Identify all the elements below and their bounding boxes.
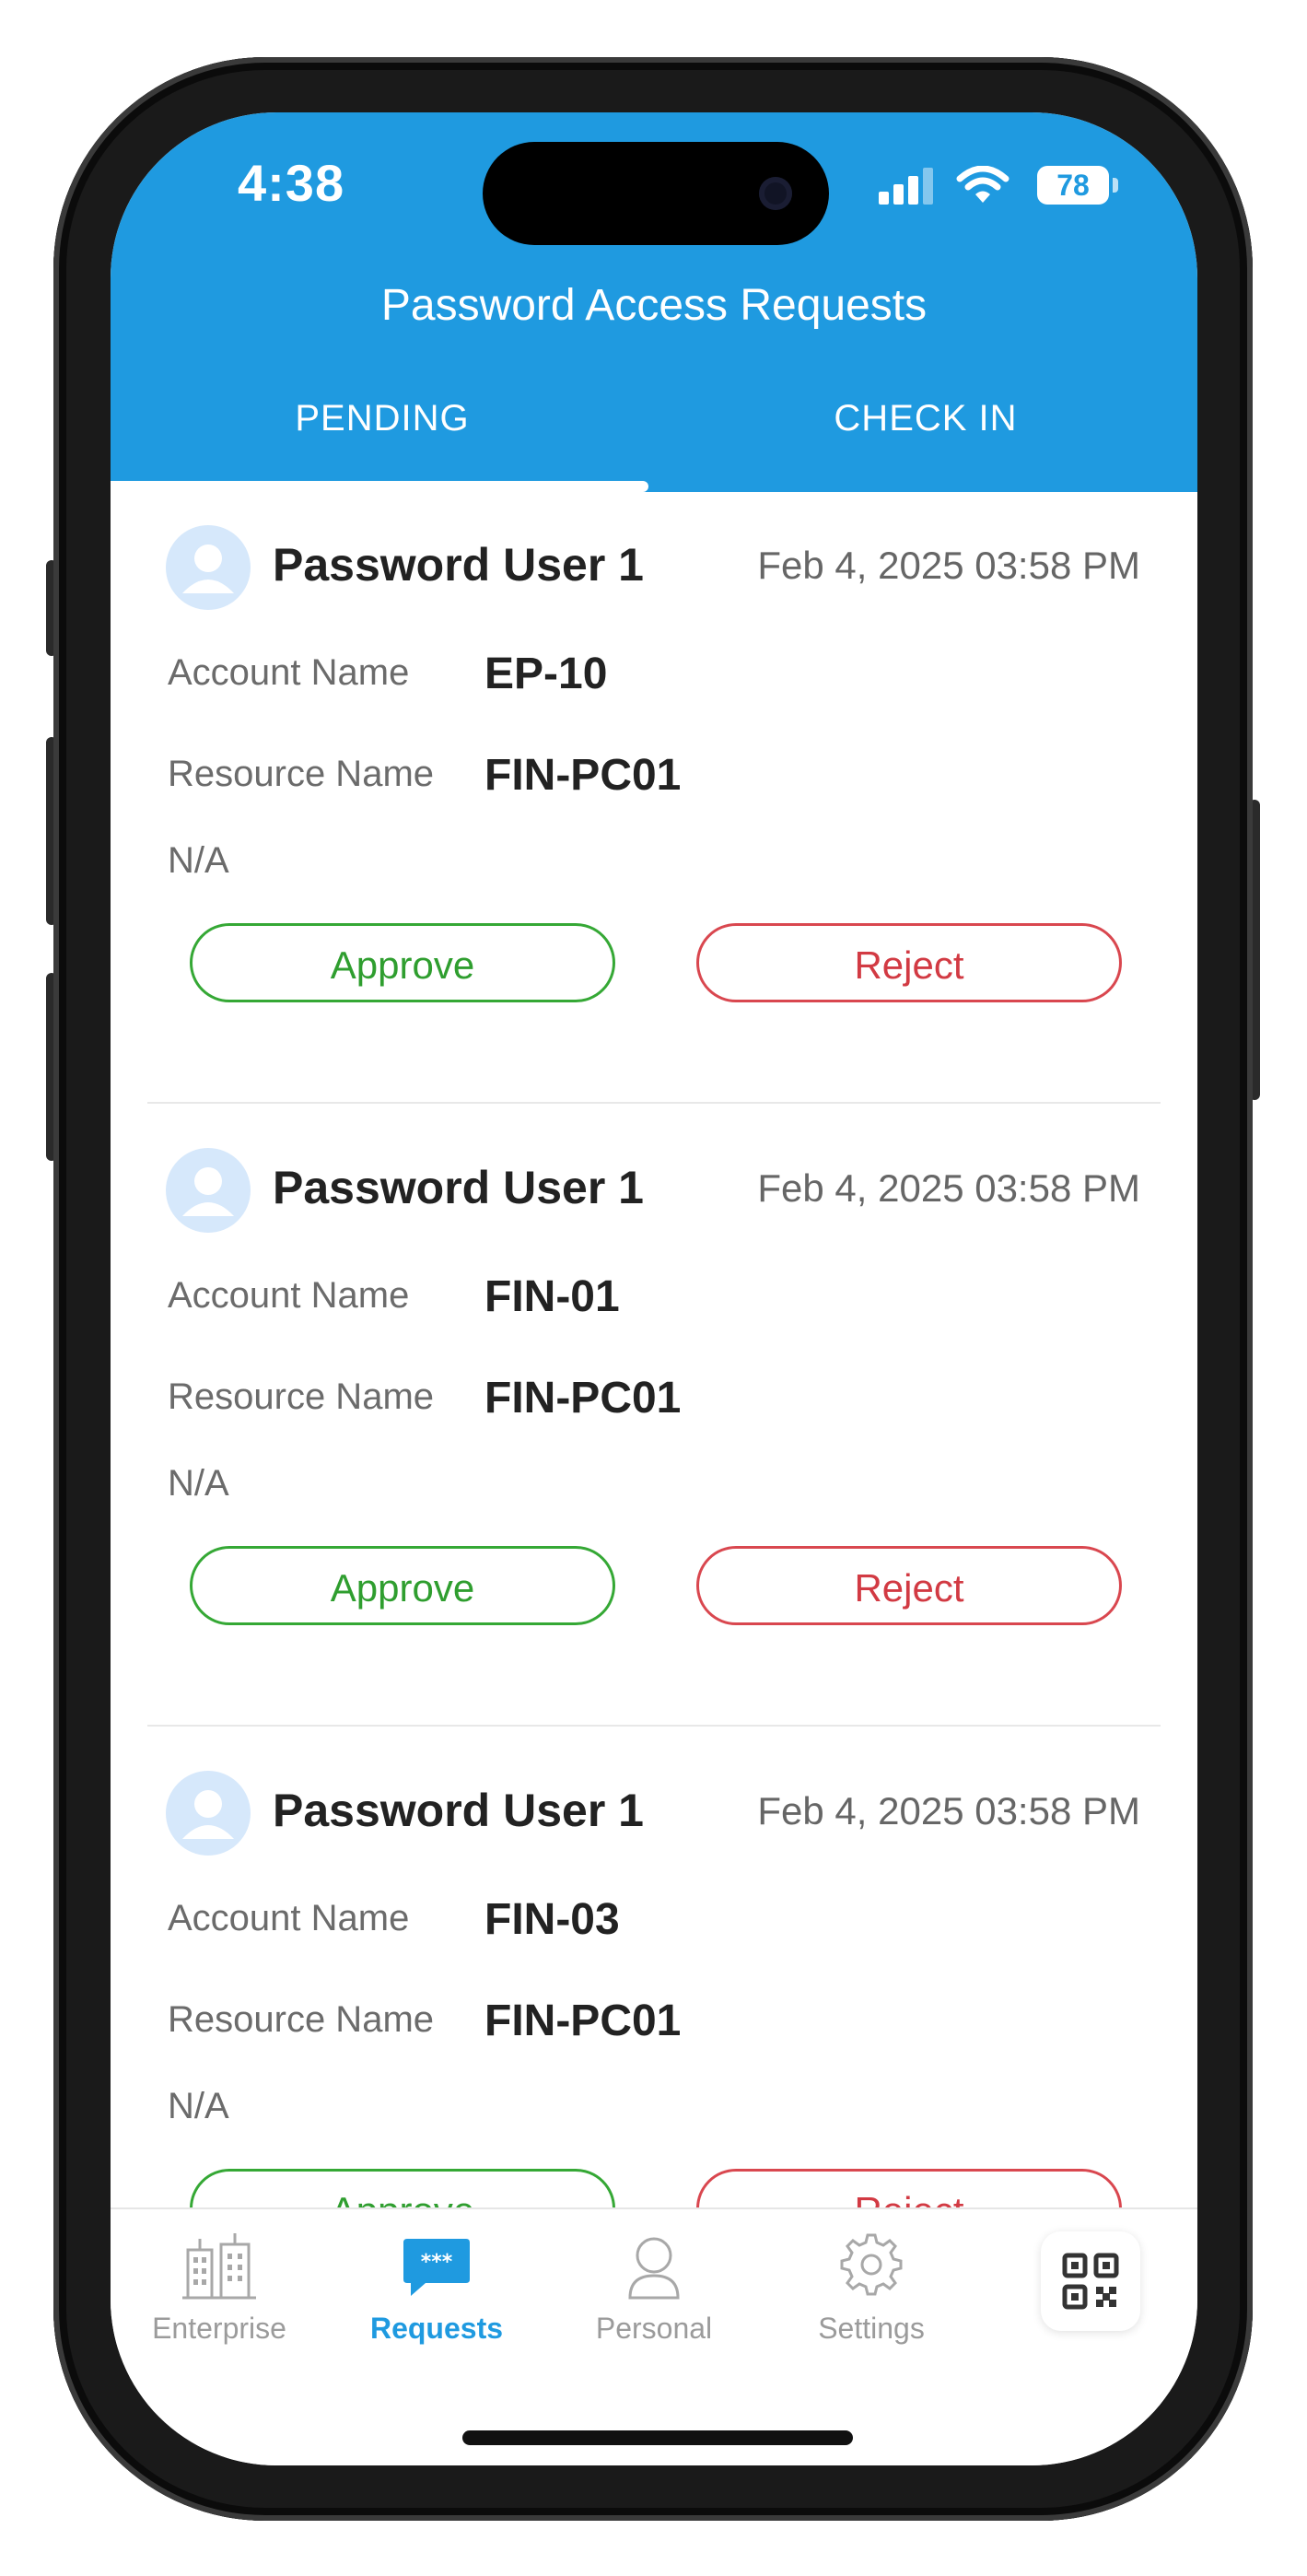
account-name-label: Account Name bbox=[168, 652, 410, 693]
person-avatar-icon bbox=[182, 1790, 234, 1839]
card-divider bbox=[147, 1102, 1161, 1104]
person-avatar-icon bbox=[182, 544, 234, 593]
request-card: Password User 1 Feb 4, 2025 03:58 PM Acc… bbox=[111, 492, 1197, 1115]
app-header: 4:38 78 Password Access Requests PENDING… bbox=[111, 112, 1197, 492]
request-list[interactable]: Password User 1 Feb 4, 2025 03:58 PM Acc… bbox=[111, 492, 1197, 2207]
account-name-value: EP-10 bbox=[484, 650, 608, 698]
status-time: 4:38 bbox=[238, 154, 345, 212]
nav-settings[interactable]: Settings bbox=[763, 2231, 980, 2360]
nav-label: Requests bbox=[369, 2312, 504, 2345]
card-divider bbox=[147, 1725, 1161, 1727]
avatar bbox=[166, 1771, 251, 1856]
account-name-value: FIN-01 bbox=[484, 1272, 620, 1321]
bottom-nav: Enterprise *** Requests Personal Setting… bbox=[111, 2207, 1197, 2465]
resource-name-value: FIN-PC01 bbox=[484, 1374, 682, 1423]
status-icons: 78 bbox=[849, 166, 1126, 206]
reject-button[interactable]: Reject bbox=[696, 923, 1122, 1002]
buildings-icon bbox=[182, 2233, 256, 2300]
cellular-signal-icon bbox=[879, 168, 934, 205]
account-name-value: FIN-03 bbox=[484, 1895, 620, 1944]
requester-name: Password User 1 bbox=[273, 539, 644, 591]
wifi-icon bbox=[956, 166, 1009, 203]
tab-check-in[interactable]: CHECK IN bbox=[654, 389, 1197, 492]
request-note: N/A bbox=[168, 840, 229, 881]
request-time: Feb 4, 2025 03:58 PM bbox=[757, 544, 1140, 587]
nav-label: Settings bbox=[818, 2312, 925, 2345]
resource-name-label: Resource Name bbox=[168, 754, 435, 794]
home-indicator[interactable] bbox=[462, 2430, 853, 2445]
requester-name: Password User 1 bbox=[273, 1162, 644, 1213]
resource-name-value: FIN-PC01 bbox=[484, 1996, 682, 2045]
battery-tip bbox=[1113, 178, 1118, 193]
requester-name: Password User 1 bbox=[273, 1785, 644, 1836]
account-name-label: Account Name bbox=[168, 1275, 410, 1316]
approve-button[interactable]: Approve bbox=[190, 923, 615, 1002]
qr-code-icon bbox=[1062, 2253, 1119, 2310]
request-card: Password User 1 Feb 4, 2025 03:58 PM Acc… bbox=[111, 1738, 1197, 2207]
avatar bbox=[166, 525, 251, 610]
page-title: Password Access Requests bbox=[380, 281, 928, 330]
nav-requests[interactable]: *** Requests bbox=[328, 2231, 545, 2360]
request-time: Feb 4, 2025 03:58 PM bbox=[757, 1789, 1140, 1832]
request-note: N/A bbox=[168, 2086, 229, 2126]
avatar bbox=[166, 1148, 251, 1233]
resource-name-value: FIN-PC01 bbox=[484, 751, 682, 800]
chat-bubble-icon: *** bbox=[403, 2239, 470, 2296]
active-tab-indicator bbox=[111, 481, 648, 492]
nav-label: Personal bbox=[595, 2312, 713, 2345]
person-icon bbox=[628, 2237, 680, 2300]
resource-name-label: Resource Name bbox=[168, 1999, 435, 2040]
gear-icon bbox=[840, 2233, 903, 2296]
approve-button[interactable]: Approve bbox=[190, 2169, 615, 2207]
reject-button[interactable]: Reject bbox=[696, 1546, 1122, 1625]
svg-text:***: *** bbox=[421, 2251, 453, 2274]
nav-enterprise[interactable]: Enterprise bbox=[111, 2231, 328, 2360]
request-card: Password User 1 Feb 4, 2025 03:58 PM Acc… bbox=[111, 1115, 1197, 1738]
tab-pending[interactable]: PENDING bbox=[111, 389, 654, 492]
nav-personal[interactable]: Personal bbox=[545, 2231, 763, 2360]
request-time: Feb 4, 2025 03:58 PM bbox=[757, 1166, 1140, 1210]
front-camera-icon bbox=[759, 177, 792, 210]
tab-bar: PENDING CHECK IN bbox=[111, 389, 1197, 492]
phone-screen: 4:38 78 Password Access Requests PENDING… bbox=[111, 112, 1197, 2465]
person-avatar-icon bbox=[182, 1167, 234, 1216]
battery-icon: 78 bbox=[1037, 166, 1109, 205]
approve-button[interactable]: Approve bbox=[190, 1546, 615, 1625]
request-note: N/A bbox=[168, 1463, 229, 1504]
dynamic-island bbox=[483, 142, 829, 245]
resource-name-label: Resource Name bbox=[168, 1376, 435, 1417]
phone-frame: 4:38 78 Password Access Requests PENDING… bbox=[53, 57, 1253, 2521]
reject-button[interactable]: Reject bbox=[696, 2169, 1122, 2207]
account-name-label: Account Name bbox=[168, 1898, 410, 1938]
qr-scan-button[interactable] bbox=[1041, 2231, 1140, 2331]
nav-label: Enterprise bbox=[152, 2312, 286, 2345]
